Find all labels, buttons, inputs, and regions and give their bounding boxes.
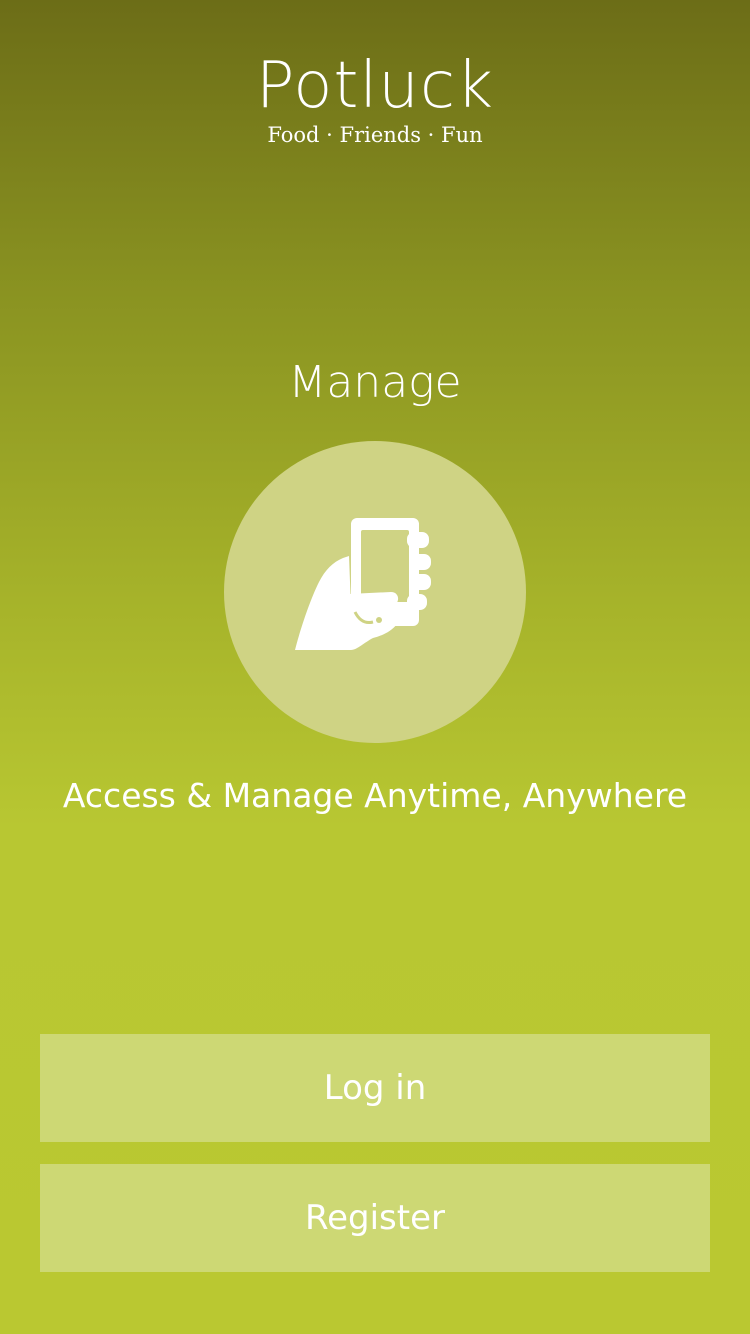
brand-header: Potluck Food · Friends · Fun — [0, 50, 750, 148]
feature-description: Access & Manage Anytime, Anywhere — [62, 776, 688, 815]
login-button[interactable]: Log in — [40, 1034, 710, 1142]
feature-icon-circle — [224, 441, 526, 743]
app-tagline: Food · Friends · Fun — [267, 123, 483, 147]
hand-holding-phone-icon — [295, 518, 431, 650]
register-button[interactable]: Register — [40, 1164, 710, 1272]
app-title: Potluck — [255, 49, 495, 123]
feature-title: Manage — [288, 357, 462, 408]
